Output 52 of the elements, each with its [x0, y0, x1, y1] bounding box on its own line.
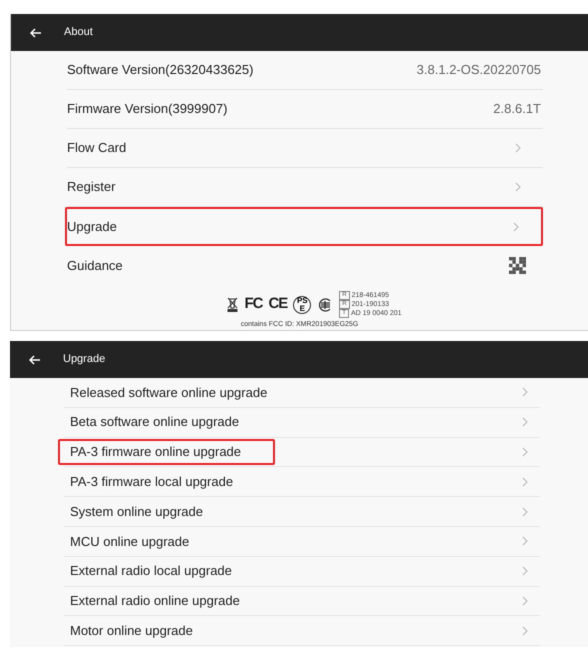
settings-row[interactable]: Register [67, 168, 543, 207]
row-label: Software Version(26320433625) [67, 61, 254, 80]
upgrade-option[interactable]: PA-3 firmware local upgrade [64, 467, 540, 498]
chevron-right-icon [522, 387, 528, 398]
qr-code-icon[interactable] [509, 257, 526, 274]
option-label: System online upgrade [69, 502, 203, 521]
row-label: Upgrade [67, 218, 117, 236]
option-label: External radio local upgrade [69, 562, 232, 580]
upgrade-option[interactable]: External radio online upgrade [64, 586, 540, 616]
chevron-right-icon [522, 506, 528, 517]
chevron-right-icon [522, 596, 528, 606]
chevron-right-icon [522, 417, 528, 428]
option-label: Released software online upgrade [69, 384, 268, 402]
settings-row[interactable]: Upgrade [65, 207, 543, 246]
chevron-right-icon [522, 566, 528, 576]
certification-mark: PS E [293, 296, 312, 314]
row-value: 2.8.6.1T [493, 100, 541, 118]
screen-title: About [64, 25, 93, 40]
row-label: Flow Card [67, 139, 126, 158]
upgrade-option[interactable]: MCU online upgrade [64, 526, 540, 557]
option-label: Motor online upgrade [69, 622, 193, 640]
chevron-right-icon [513, 222, 519, 232]
certification-mark: CE [268, 294, 288, 314]
chevron-right-icon [515, 182, 521, 192]
option-label: Beta software online upgrade [69, 413, 240, 432]
upgrade-option[interactable]: Motor online upgrade [64, 616, 540, 646]
chevron-right-icon [522, 536, 528, 546]
upgrade-option[interactable]: External radio local upgrade [64, 556, 540, 587]
row-label: Firmware Version(3999907) [67, 100, 228, 118]
certification-mark: FC [244, 294, 262, 314]
row-value: 3.8.1.2-OS.20220705 [416, 61, 541, 80]
option-label: MCU online upgrade [69, 532, 190, 551]
option-label: PA-3 firmware online upgrade [58, 439, 276, 465]
upgrade-option[interactable]: Released software online upgrade [64, 378, 540, 408]
option-label: External radio online upgrade [69, 592, 240, 610]
chevron-right-icon [515, 143, 521, 153]
crossed-bin-icon [227, 297, 238, 312]
back-arrow-icon[interactable] [29, 354, 41, 364]
back-arrow-icon[interactable] [30, 28, 42, 38]
chevron-right-icon [522, 446, 528, 457]
screen-title: Upgrade [63, 352, 106, 368]
option-label: PA-3 firmware local upgrade [69, 473, 234, 492]
upgrade-option[interactable]: System online upgrade [64, 497, 540, 527]
upgrade-option[interactable]: Beta software online upgrade [64, 408, 540, 438]
row-label: Register [67, 178, 116, 196]
row-label: Guidance [67, 256, 123, 275]
settings-row[interactable]: Flow Card [67, 129, 543, 168]
settings-row[interactable]: Guidance [67, 246, 543, 285]
upgrade-option[interactable]: PA-3 firmware online upgrade [64, 438, 540, 468]
telecom-mark-icon [317, 296, 334, 312]
chevron-right-icon [522, 626, 528, 636]
chevron-right-icon [522, 476, 528, 487]
